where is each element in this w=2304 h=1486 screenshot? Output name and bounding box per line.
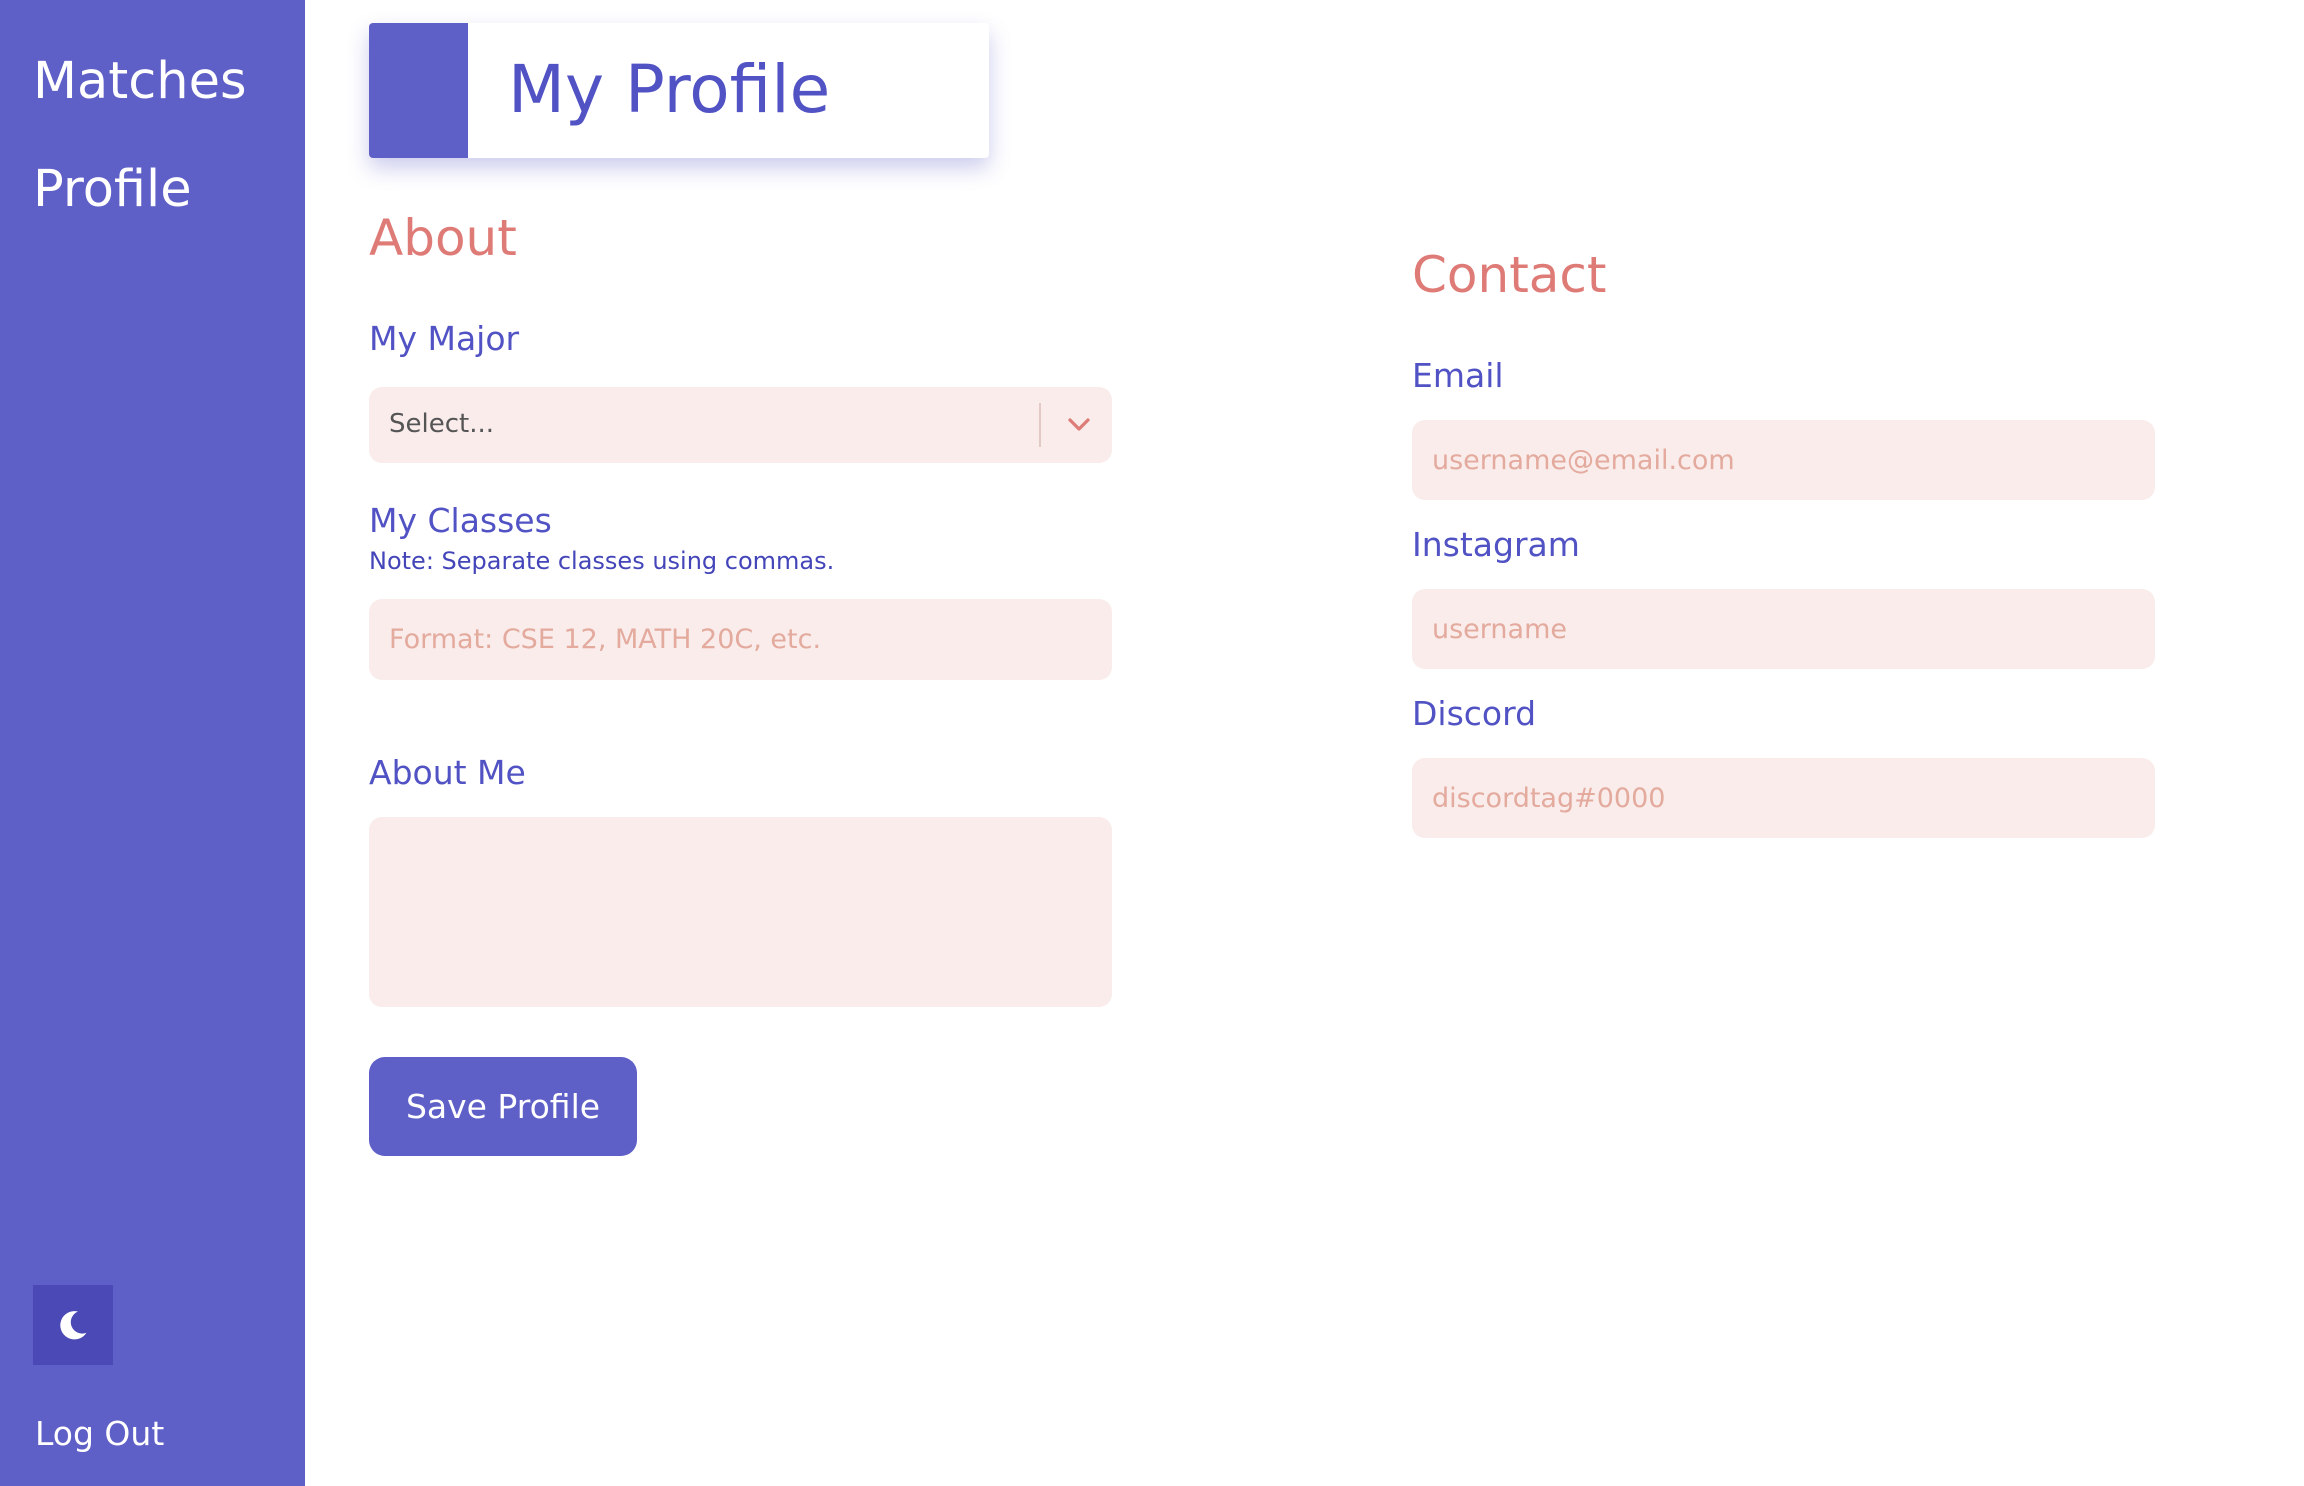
instagram-input[interactable] <box>1412 589 2155 669</box>
about-me-label: About Me <box>369 753 526 792</box>
page-title-card: My Profile <box>369 23 989 158</box>
email-label: Email <box>1412 356 1504 395</box>
major-label: My Major <box>369 319 520 358</box>
discord-label: Discord <box>1412 694 1537 733</box>
moon-icon <box>60 1311 87 1340</box>
classes-label: My Classes <box>369 501 552 540</box>
classes-note: Note: Separate classes using commas. <box>369 547 835 575</box>
major-select-value: Select... <box>389 409 495 439</box>
about-me-textarea[interactable] <box>369 817 1112 1007</box>
contact-heading: Contact <box>1412 246 1607 304</box>
nav-link-matches[interactable]: Matches <box>33 52 247 112</box>
sidebar: Matches Profile Log Out <box>0 0 305 1486</box>
about-heading: About <box>369 209 517 267</box>
major-select[interactable]: Select... <box>369 387 1112 463</box>
select-divider <box>1039 403 1041 447</box>
email-input[interactable] <box>1412 420 2155 500</box>
logout-link[interactable]: Log Out <box>35 1413 164 1455</box>
instagram-label: Instagram <box>1412 525 1580 564</box>
title-accent-bar <box>369 23 468 158</box>
nav-link-profile[interactable]: Profile <box>33 160 192 220</box>
dark-mode-toggle-button[interactable] <box>33 1285 113 1365</box>
save-profile-button[interactable]: Save Profile <box>369 1057 637 1156</box>
discord-input[interactable] <box>1412 758 2155 838</box>
classes-input[interactable] <box>369 599 1112 680</box>
page-title: My Profile <box>508 51 831 128</box>
chevron-down-icon[interactable] <box>1061 407 1097 443</box>
